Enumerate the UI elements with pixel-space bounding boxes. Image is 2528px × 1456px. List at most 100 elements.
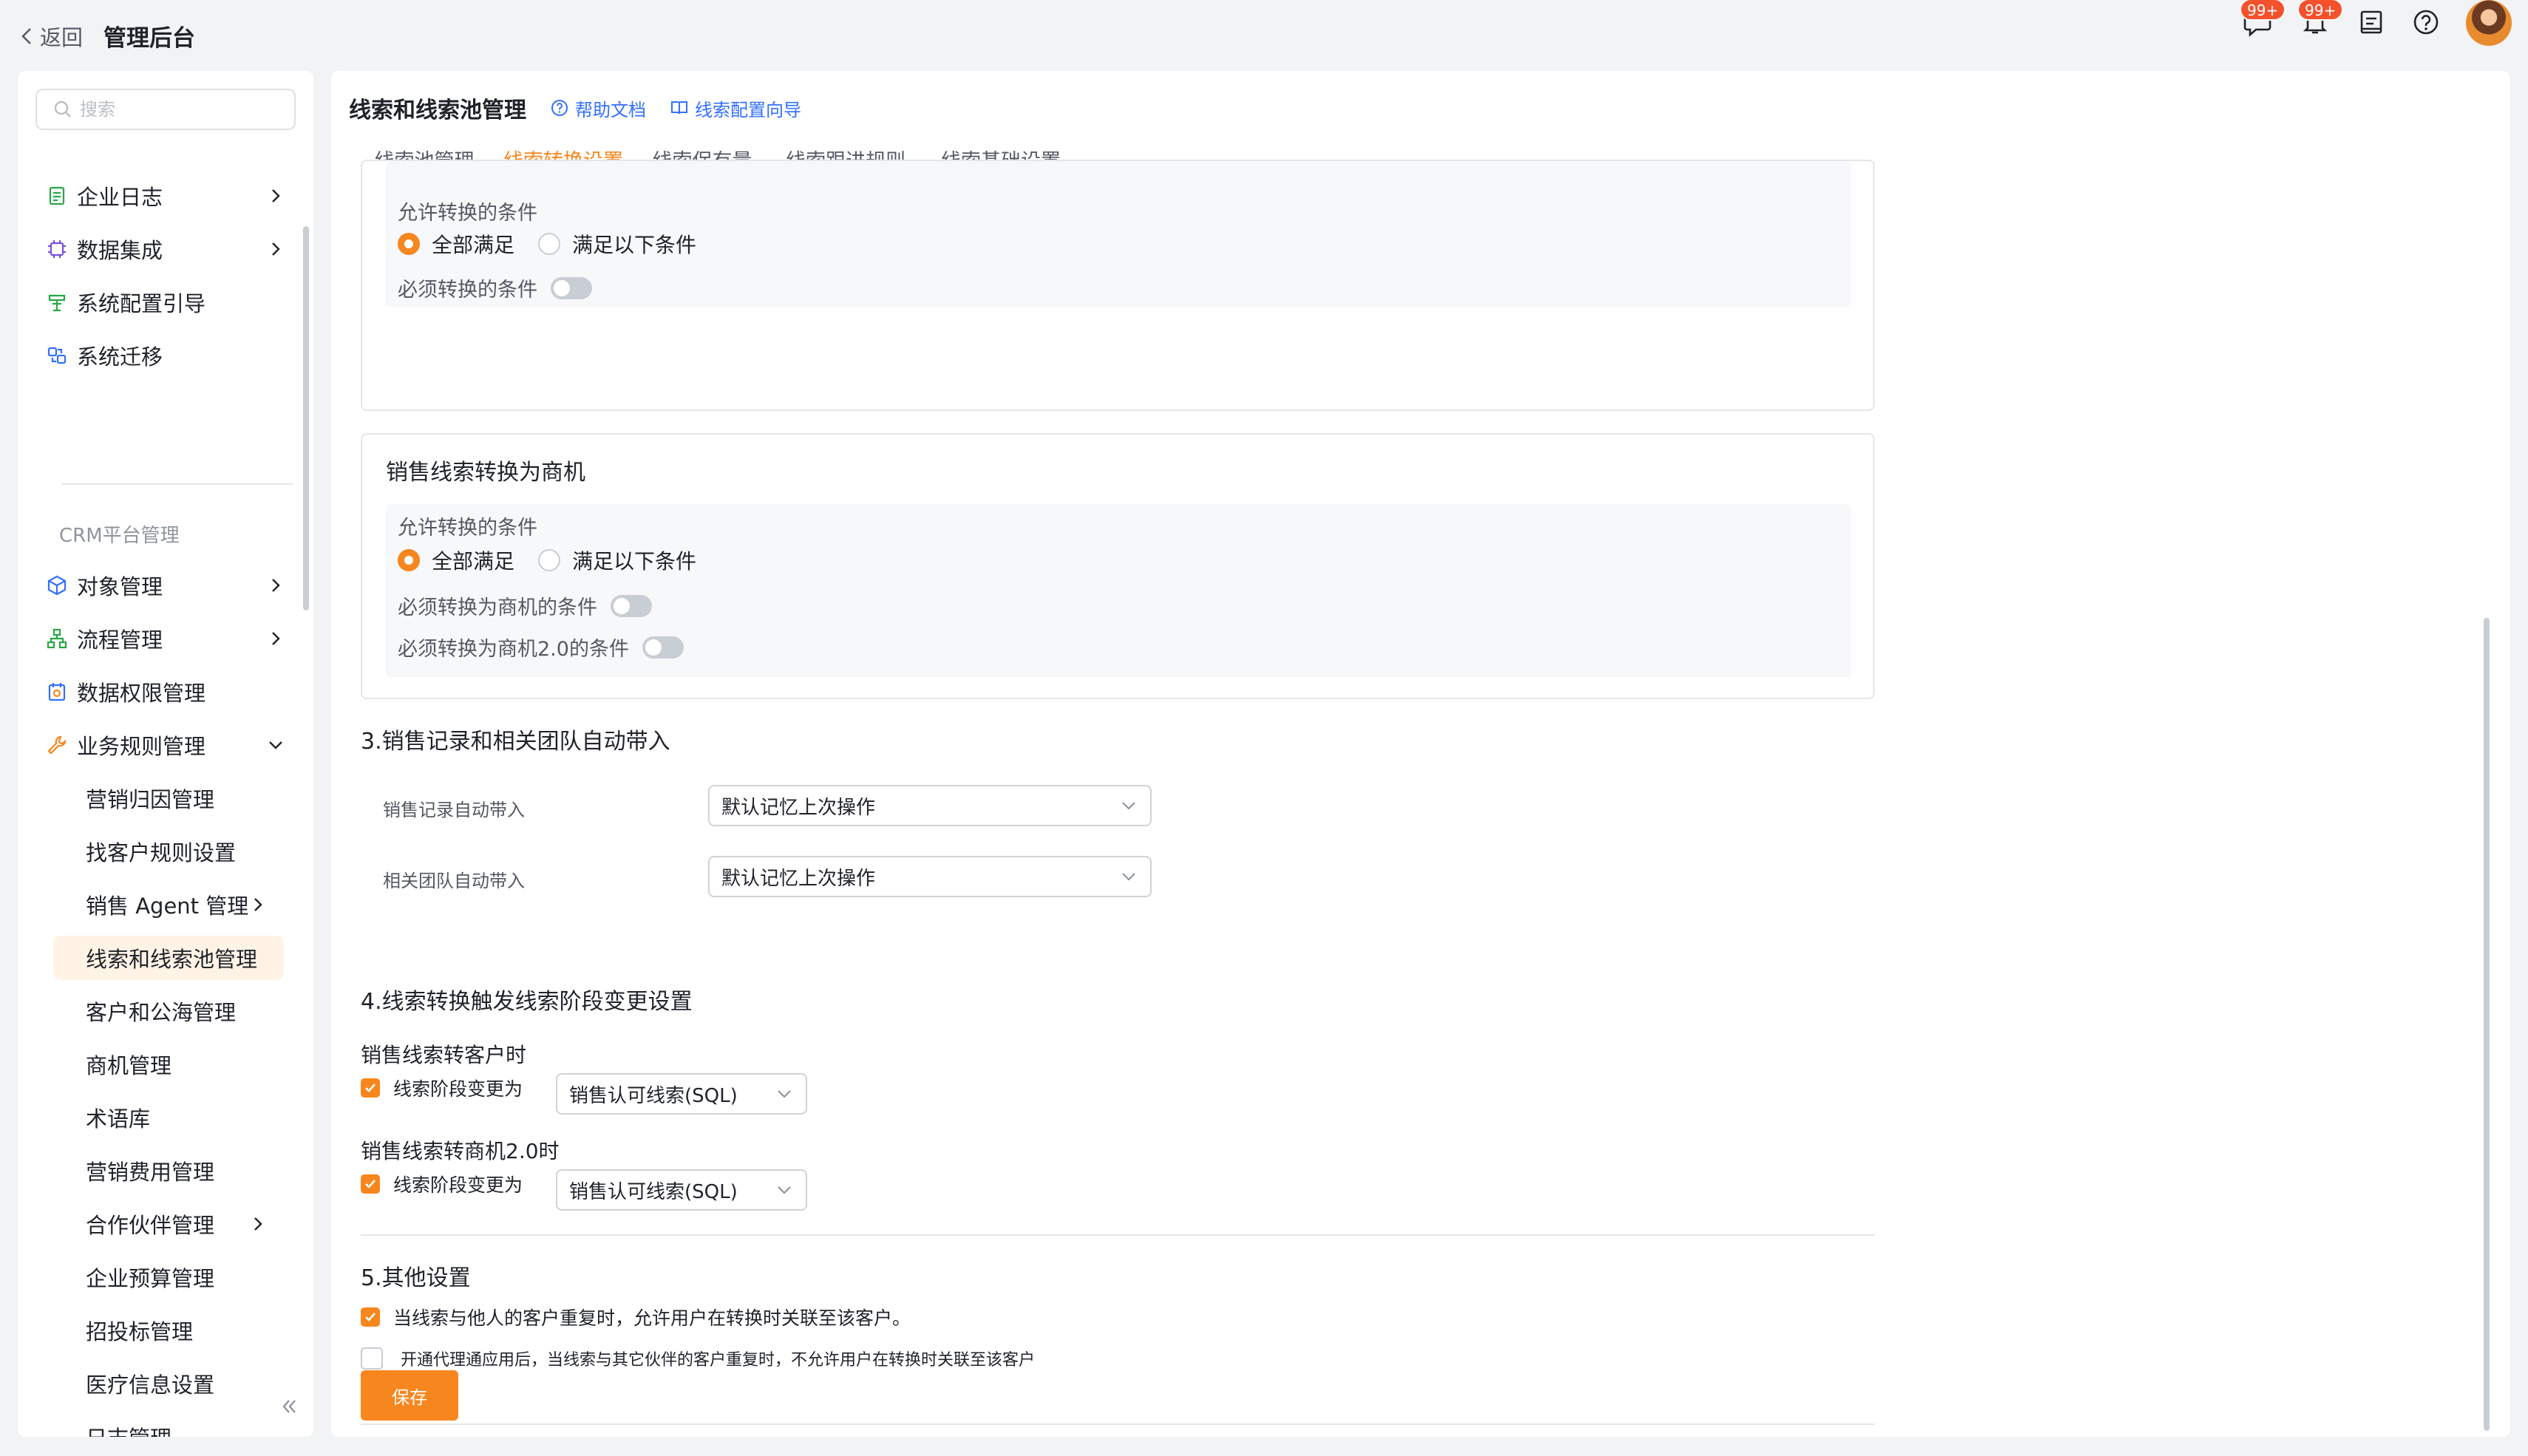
other-option-2-checkbox[interactable] <box>361 1347 383 1370</box>
back-label: 返回 <box>40 25 84 50</box>
sidebar-item-label: 系统配置引导 <box>77 291 206 316</box>
collapse-sidebar-button[interactable] <box>278 1395 300 1418</box>
main-scrollbar[interactable] <box>2484 618 2490 1431</box>
must-opportunity-row: 必须转换为商机的条件 <box>398 591 652 620</box>
stage-select-value: 销售认可线索(SQL) <box>569 1180 738 1203</box>
sidebar-sub-item-label: 术语库 <box>86 1106 151 1132</box>
stage-change-opp2-row: 线索阶段变更为 <box>361 1171 523 1197</box>
sidebar-sub-item[interactable]: 合作伙伴管理 <box>53 1202 284 1246</box>
help-icon[interactable] <box>2410 6 2442 38</box>
sidebar-sub-item[interactable]: 企业预算管理 <box>53 1255 284 1299</box>
radio-all[interactable] <box>398 233 420 255</box>
stage-change-opp2-checkbox[interactable] <box>361 1174 380 1194</box>
sidebar-item-data-integration[interactable]: 数据集成 <box>46 227 290 271</box>
sidebar-item-process-management[interactable]: 流程管理 <box>46 616 290 661</box>
sidebar-sub-item-label: 客户和公海管理 <box>86 1000 237 1025</box>
chevron-down-icon <box>1122 873 1135 881</box>
sidebar-item-label: 数据集成 <box>77 238 163 263</box>
sidebar-sub-item-label: 营销费用管理 <box>86 1160 215 1185</box>
chevron-right-icon <box>272 632 280 645</box>
config-guide-link[interactable]: 线索配置向导 <box>670 95 801 121</box>
sidebar-sub-item[interactable]: 营销费用管理 <box>53 1149 284 1193</box>
chat-icon[interactable]: 99+ <box>2240 0 2286 38</box>
chevron-down-icon <box>778 1186 791 1194</box>
sidebar-search[interactable] <box>35 89 296 130</box>
sidebar-sub-item[interactable]: 营销归因管理 <box>53 776 284 820</box>
task-icon[interactable] <box>2355 6 2388 38</box>
other-option-2-label: 开通代理通应用后，当线索与其它伙伴的客户重复时，不允许用户在转换时关联至该客户 <box>401 1351 1036 1370</box>
bell-icon[interactable]: 99+ <box>2297 0 2344 38</box>
sidebar-sub-item[interactable]: 医疗信息设置 <box>53 1361 284 1406</box>
sidebar-sub-item[interactable]: 招投标管理 <box>53 1308 284 1353</box>
radio-some[interactable] <box>538 233 561 255</box>
sidebar-item-business-rules[interactable]: 业务规则管理 <box>46 723 290 767</box>
radio-some-label: 满足以下条件 <box>572 549 697 574</box>
must-opportunity2-row: 必须转换为商机2.0的条件 <box>398 633 684 661</box>
sidebar-sub-item[interactable]: 销售 Agent 管理 <box>53 882 284 927</box>
stage-select-customer[interactable]: 销售认可线索(SQL) <box>556 1073 807 1115</box>
help-doc-label: 帮助文档 <box>575 99 646 120</box>
allow-condition-radio-group: 全部满足 满足以下条件 <box>398 229 696 259</box>
to-opportunity2-subtitle: 销售线索转商机2.0时 <box>361 1139 560 1163</box>
sidebar-item-config-guide[interactable]: 系统配置引导 <box>46 280 290 324</box>
help-doc-link[interactable]: 帮助文档 <box>550 95 646 121</box>
cube-icon <box>46 574 68 596</box>
team-auto-label: 相关团队自动带入 <box>383 871 525 891</box>
save-button[interactable]: 保存 <box>361 1370 458 1421</box>
top-bar: 返回 管理后台 99+ 99+ <box>0 0 2528 69</box>
stage-select-opp2[interactable]: 销售认可线索(SQL) <box>556 1169 807 1211</box>
radio-all[interactable] <box>398 549 420 571</box>
other-option-1-row: 当线索与他人的客户重复时，允许用户在转换时关联至该客户。 <box>361 1304 911 1330</box>
sidebar-sub-item[interactable]: 找客户规则设置 <box>53 829 284 874</box>
must-opportunity-label: 必须转换为商机的条件 <box>398 596 597 619</box>
search-icon <box>54 101 71 118</box>
sidebar-sub-item-label: 医疗信息设置 <box>86 1372 215 1398</box>
must-condition-row: 必须转换的条件 <box>398 273 592 302</box>
radio-some[interactable] <box>538 549 561 571</box>
chevron-right-icon <box>272 189 280 203</box>
sidebar-sub-item-label: 日志管理 <box>86 1421 171 1437</box>
sidebar-item-data-permission[interactable]: 数据权限管理 <box>46 670 290 714</box>
sidebar-sub-item[interactable]: 日志管理 <box>53 1415 284 1437</box>
help-circle-icon <box>551 100 568 116</box>
radio-all-label: 全部满足 <box>432 233 515 257</box>
sidebar-sub-item[interactable]: 术语库 <box>53 1095 284 1140</box>
sidebar-item-enterprise-log[interactable]: 企业日志 <box>46 174 290 218</box>
check-icon <box>365 1180 376 1188</box>
flow-icon <box>46 627 68 650</box>
sidebar-sub-item[interactable]: 客户和公海管理 <box>53 989 284 1033</box>
stage-change-customer-checkbox[interactable] <box>361 1078 380 1098</box>
bell-badge: 99+ <box>2297 0 2344 21</box>
team-auto-value: 默认记忆上次操作 <box>721 867 876 890</box>
sidebar-item-system-migration[interactable]: 系统迁移 <box>46 333 290 378</box>
chevron-right-icon <box>272 579 280 592</box>
sidebar-sub-item-active[interactable]: 线索和线索池管理 <box>53 936 284 980</box>
sidebar-item-label: 对象管理 <box>77 574 163 599</box>
must-opportunity2-label: 必须转换为商机2.0的条件 <box>398 638 629 661</box>
chevron-right-icon <box>254 898 262 911</box>
migrate-icon <box>46 344 68 367</box>
user-avatar[interactable] <box>2466 0 2512 46</box>
must-condition-label: 必须转换的条件 <box>398 279 537 302</box>
search-input[interactable] <box>80 99 287 120</box>
must-opportunity-toggle[interactable] <box>611 594 652 617</box>
sidebar-sub-item-label: 线索和线索池管理 <box>86 947 258 972</box>
sidebar-scrollbar[interactable] <box>303 226 309 610</box>
other-option-1-checkbox[interactable] <box>361 1307 380 1327</box>
must-condition-toggle[interactable] <box>551 276 592 299</box>
log-icon <box>46 185 68 207</box>
main-header: 线索和线索池管理 帮助文档 线索配置向导 <box>349 92 801 124</box>
stage-select-value: 销售认可线索(SQL) <box>569 1084 738 1107</box>
sidebar-item-object-management[interactable]: 对象管理 <box>46 563 290 608</box>
conversion-card-customer: 允许转换的条件 全部满足 满足以下条件 必须转换的条件 <box>361 160 1875 411</box>
must-opportunity2-toggle[interactable] <box>642 636 684 659</box>
back-button[interactable]: 返回 <box>19 21 83 52</box>
sidebar-sub-item[interactable]: 商机管理 <box>53 1042 284 1086</box>
record-auto-select[interactable]: 默认记忆上次操作 <box>708 785 1152 826</box>
sidebar-sub-item-label: 商机管理 <box>86 1053 172 1078</box>
chevron-down-icon <box>1122 802 1135 810</box>
condition-box: 允许转换的条件 全部满足 满足以下条件 必须转换为商机的条件 必须转换为商机2.… <box>386 504 1851 677</box>
check-icon <box>365 1084 376 1092</box>
team-auto-select[interactable]: 默认记忆上次操作 <box>708 856 1152 897</box>
chevron-down-icon <box>778 1090 791 1098</box>
